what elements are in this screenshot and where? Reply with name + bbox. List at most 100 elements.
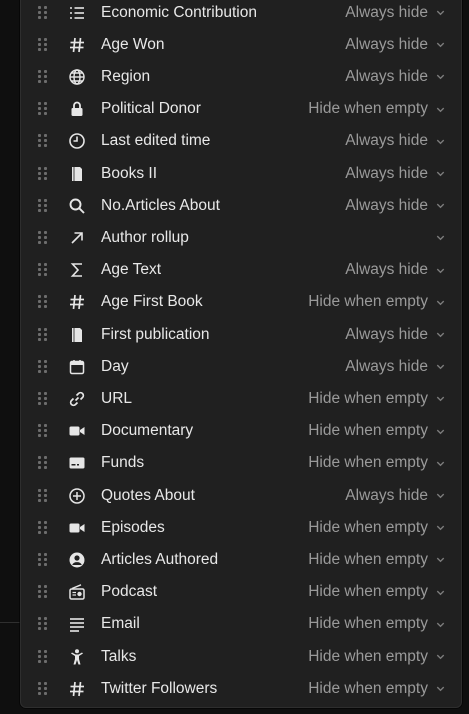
visibility-select[interactable]: Hide when empty (308, 454, 428, 472)
property-row[interactable]: Episodes Hide when empty (21, 513, 461, 543)
property-row[interactable]: URL Hide when empty (21, 384, 461, 414)
property-row[interactable]: Podcast Hide when empty (21, 577, 461, 607)
drag-handle-icon[interactable] (38, 681, 50, 696)
visibility-select[interactable]: Hide when empty (308, 648, 428, 666)
visibility-select[interactable]: Hide when empty (308, 551, 428, 569)
property-label: Talks (101, 647, 137, 665)
chevron-down-icon[interactable] (434, 71, 446, 83)
hash-icon (67, 292, 87, 312)
property-row[interactable]: Twitter Followers Hide when empty (21, 674, 461, 704)
lock-icon (67, 99, 87, 119)
property-row[interactable]: Region Always hide (21, 62, 461, 92)
chevron-down-icon[interactable] (434, 457, 446, 469)
chevron-down-icon[interactable] (434, 651, 446, 663)
property-label: Funds (101, 454, 145, 472)
visibility-select[interactable]: Always hide (345, 165, 428, 183)
chevron-down-icon[interactable] (434, 329, 446, 341)
chevron-down-icon[interactable] (434, 393, 446, 405)
property-row[interactable]: Day Always hide (21, 352, 461, 382)
drag-handle-icon[interactable] (38, 585, 50, 599)
chevron-down-icon[interactable] (434, 264, 446, 276)
chevron-down-icon[interactable] (434, 232, 446, 244)
drag-handle-icon[interactable] (38, 37, 50, 52)
property-row[interactable]: Documentary Hide when empty (21, 416, 461, 446)
chevron-down-icon[interactable] (434, 490, 446, 502)
chevron-down-icon[interactable] (434, 361, 446, 373)
hash-icon (67, 679, 87, 699)
drag-handle-icon[interactable] (38, 456, 50, 470)
chevron-down-icon[interactable] (434, 618, 446, 630)
visibility-select[interactable]: Hide when empty (308, 422, 428, 440)
chevron-down-icon[interactable] (434, 7, 446, 19)
visibility-select[interactable]: Hide when empty (308, 583, 428, 601)
globe-icon (67, 67, 87, 87)
chevron-down-icon[interactable] (434, 554, 446, 566)
drag-handle-icon[interactable] (38, 263, 50, 277)
visibility-select[interactable]: Hide when empty (308, 615, 428, 633)
drag-handle-icon[interactable] (38, 552, 50, 567)
visibility-select[interactable]: Always hide (345, 487, 428, 505)
visibility-select[interactable]: Hide when empty (308, 519, 428, 537)
drag-handle-icon[interactable] (38, 69, 50, 84)
visibility-select[interactable]: Always hide (345, 358, 428, 376)
property-label: Day (101, 357, 129, 375)
drag-handle-icon[interactable] (38, 134, 50, 148)
person-icon (67, 647, 87, 667)
arrow-up-right-icon (67, 228, 87, 248)
drag-handle-icon[interactable] (38, 520, 50, 535)
visibility-select[interactable]: Always hide (345, 132, 428, 150)
chevron-down-icon[interactable] (434, 39, 446, 51)
chevron-down-icon[interactable] (434, 425, 446, 437)
chevron-down-icon[interactable] (434, 168, 446, 180)
property-row[interactable]: Last edited time Always hide (21, 126, 461, 156)
visibility-select[interactable]: Always hide (345, 68, 428, 86)
drag-handle-icon[interactable] (38, 198, 50, 213)
visibility-select[interactable]: Hide when empty (308, 390, 428, 408)
property-label: Age Won (101, 35, 165, 53)
visibility-select[interactable]: Always hide (345, 4, 428, 22)
chevron-down-icon[interactable] (434, 135, 446, 147)
drag-handle-icon[interactable] (38, 230, 50, 245)
drag-handle-icon[interactable] (38, 295, 50, 309)
drag-handle-icon[interactable] (38, 166, 50, 181)
property-row[interactable]: Age First Book Hide when empty (21, 287, 461, 317)
chevron-down-icon[interactable] (434, 522, 446, 534)
visibility-select[interactable]: Always hide (345, 36, 428, 54)
drag-handle-icon[interactable] (38, 391, 50, 406)
property-row[interactable]: Quotes About Always hide (21, 481, 461, 511)
visibility-select[interactable]: Hide when empty (308, 100, 428, 118)
property-row[interactable]: Articles Authored Hide when empty (21, 545, 461, 575)
drag-handle-icon[interactable] (38, 617, 50, 631)
drag-handle-icon[interactable] (38, 488, 50, 503)
property-row[interactable]: Economic Contribution Always hide (21, 0, 461, 28)
visibility-select[interactable]: Always hide (345, 197, 428, 215)
drag-handle-icon[interactable] (38, 102, 50, 116)
drag-handle-icon[interactable] (38, 5, 50, 20)
property-row[interactable]: Email Hide when empty (21, 609, 461, 639)
property-row[interactable]: No.Articles About Always hide (21, 191, 461, 221)
property-row[interactable]: Funds Hide when empty (21, 448, 461, 478)
property-label: Articles Authored (101, 550, 219, 568)
property-row[interactable]: Author rollup (21, 223, 461, 253)
clock-icon (67, 131, 87, 151)
visibility-select[interactable]: Hide when empty (308, 680, 428, 698)
property-row[interactable]: Political Donor Hide when empty (21, 94, 461, 124)
property-row[interactable]: Age Won Always hide (21, 30, 461, 60)
property-row[interactable]: First publication Always hide (21, 320, 461, 350)
visibility-select[interactable]: Always hide (345, 261, 428, 279)
drag-handle-icon[interactable] (38, 424, 50, 438)
link-icon (67, 389, 87, 409)
chevron-down-icon[interactable] (434, 683, 446, 695)
chevron-down-icon[interactable] (434, 296, 446, 308)
chevron-down-icon[interactable] (434, 200, 446, 212)
chevron-down-icon[interactable] (434, 586, 446, 598)
drag-handle-icon[interactable] (38, 649, 50, 664)
drag-handle-icon[interactable] (38, 359, 50, 374)
visibility-select[interactable]: Always hide (345, 326, 428, 344)
drag-handle-icon[interactable] (38, 327, 50, 342)
property-row[interactable]: Age Text Always hide (21, 255, 461, 285)
chevron-down-icon[interactable] (434, 103, 446, 115)
property-row[interactable]: Books II Always hide (21, 159, 461, 189)
visibility-select[interactable]: Hide when empty (308, 293, 428, 311)
property-row[interactable]: Talks Hide when empty (21, 642, 461, 672)
